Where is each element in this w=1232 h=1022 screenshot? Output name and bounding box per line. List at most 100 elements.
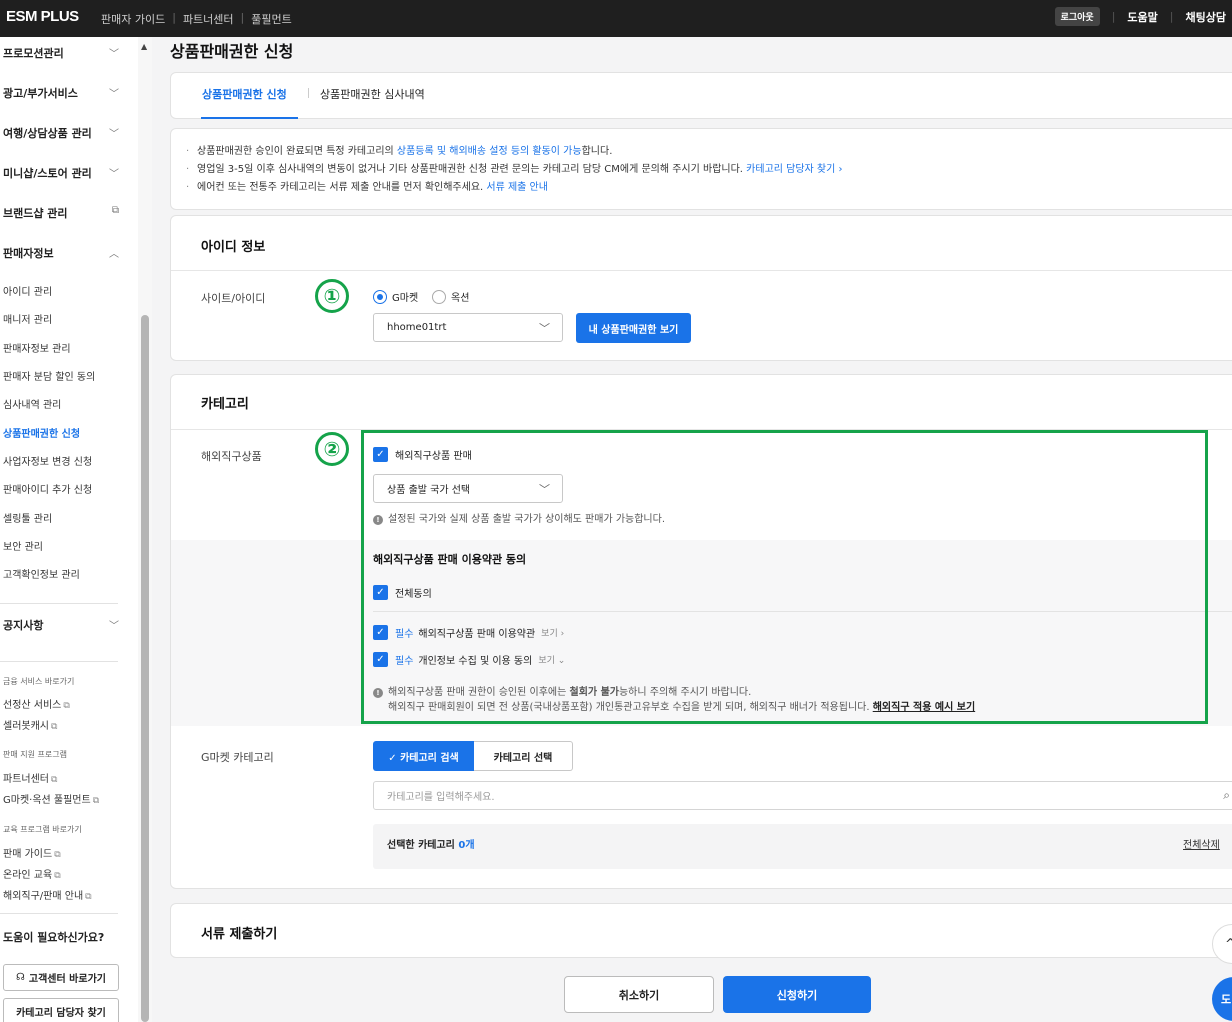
arrow-up-icon: ^ (1225, 936, 1232, 952)
sidebar-sub-seller-info[interactable]: 판매자정보 관리 (3, 340, 71, 355)
sidebar-sub-security[interactable]: 보안 관리 (3, 538, 43, 553)
gmarket-category-label: G마켓 카테고리 (201, 751, 274, 764)
document-guide-link[interactable]: 서류 제출 안내 (486, 182, 548, 193)
chevron-down-icon: ﹀ (109, 621, 119, 632)
notice-line-3: 에어컨 또는 전통주 카테고리는 서류 제출 안내를 먼저 확인해주세요. 서류… (186, 179, 1232, 197)
sidebar-sub-discount-agree[interactable]: 판매자 분담 할인 동의 (3, 368, 95, 383)
chevron-up-icon: ︿ (109, 249, 119, 260)
top-bar: ESM PLUS 판매자 가이드 | 파트너센터 | 풀필먼트 로그아웃 | 도… (0, 0, 1232, 37)
sidebar-sub-add-id[interactable]: 판매아이디 추가 신청 (3, 481, 92, 496)
sidebar-item-notice[interactable]: 공지사항 ﹀ (3, 617, 119, 633)
sidebar-sub-sales-permission[interactable]: 상품판매권한 신청 (3, 425, 80, 440)
scroll-up-arrow-icon[interactable]: ▲ (141, 42, 147, 51)
link-overseas-guide[interactable]: 해외직구/판매 안내 ⧉ (3, 887, 92, 902)
sidebar-sub-business-change[interactable]: 사업자정보 변경 신청 (3, 453, 92, 468)
link-fulfillment[interactable]: G마켓·옥션 풀필먼트 ⧉ (3, 791, 99, 806)
top-nav: 판매자 가이드 | 파트너센터 | 풀필먼트 (101, 11, 292, 27)
tab-sales-permission-apply[interactable]: 상품판매권한 신청 (202, 86, 287, 102)
customer-center-button[interactable]: ☊ 고객센터 바로가기 (3, 964, 119, 991)
chevron-down-icon: ﹀ (109, 129, 119, 140)
top-nav-seller-guide[interactable]: 판매자 가이드 (101, 11, 165, 27)
external-link-icon: ⧉ (51, 775, 58, 785)
sidebar-sub-customer-verify[interactable]: 고객확인정보 관리 (3, 566, 80, 581)
category-title: 카테고리 (201, 397, 249, 412)
notice-box: 상품판매권한 승인이 완료되면 특정 카테고리의 상품등록 및 해외배송 설정 … (170, 128, 1232, 210)
headset-icon: ☊ (16, 972, 25, 983)
page-title: 상품판매권한 신청 (170, 42, 294, 61)
top-right-links: 로그아웃 | 도움말 | 채팅상담 (1054, 7, 1226, 26)
tab-bar: 상품판매권한 신청 상품판매권한 심사내역 (170, 72, 1232, 119)
site-id-label: 사이트/아이디 (201, 292, 266, 305)
chevron-down-icon: ﹀ (539, 322, 550, 335)
sidebar-divider (0, 661, 118, 662)
link-online-edu[interactable]: 온라인 교육 ⧉ (3, 866, 61, 881)
logout-button[interactable]: 로그아웃 (1054, 7, 1100, 26)
external-link-icon: ⧉ (111, 205, 119, 216)
esm-plus-logo[interactable]: ESM PLUS (6, 8, 79, 25)
help-title: 도움이 필요하신가요? (3, 931, 105, 944)
view-my-permission-button[interactable]: 내 상품판매권한 보기 (576, 313, 691, 343)
sidebar-divider (0, 913, 118, 914)
sidebar: 프로모션관리 ﹀ 광고/부가서비스 ﹀ 여행/상담상품 관리 ﹀ 미니샵/스토어 관리… (0, 37, 152, 1022)
external-link-icon: ⧉ (92, 796, 100, 806)
document-title: 서류 제출하기 (201, 927, 278, 942)
external-link-icon: ⧉ (54, 871, 61, 881)
external-link-icon: ⧉ (54, 850, 61, 860)
sidebar-item-seller-info[interactable]: 판매자정보 ︿ (3, 245, 119, 261)
active-tab-indicator (201, 117, 298, 119)
sidebar-sub-id-manage[interactable]: 아이디 관리 (3, 283, 52, 298)
link-partner-center[interactable]: 파트너센터 ⧉ (3, 770, 57, 785)
find-category-manager-link[interactable]: 카테고리 담당자 찾기 › (746, 164, 842, 175)
sidebar-item-travel[interactable]: 여행/상담상품 관리 ﹀ (3, 125, 119, 141)
category-mode-toggle: ✓ 카테고리 검색 카테고리 선택 (373, 741, 573, 771)
category-select-tab[interactable]: 카테고리 선택 (474, 741, 573, 771)
highlight-frame (361, 430, 1208, 724)
radio-auction[interactable]: 옥션 (432, 289, 469, 304)
chevron-down-icon: ﹀ (109, 89, 119, 100)
top-nav-partner-center[interactable]: 파트너센터 (183, 11, 234, 27)
radio-selected-icon (373, 289, 387, 304)
step-marker-1: ① (315, 279, 349, 313)
scrollbar-thumb[interactable] (141, 315, 149, 1022)
link-pre-settlement[interactable]: 선정산 서비스 ⧉ (3, 696, 70, 711)
category-search-tab[interactable]: ✓ 카테고리 검색 (373, 741, 474, 771)
id-info-title: 아이디 정보 (201, 240, 266, 255)
link-sales-guide[interactable]: 판매 가이드 ⧉ (3, 845, 61, 860)
selected-category-box: 선택한 카테고리 0개 전체삭제 (373, 824, 1232, 869)
sidebar-item-ads[interactable]: 광고/부가서비스 ﹀ (3, 85, 119, 101)
chevron-down-icon: ﹀ (109, 169, 119, 180)
sidebar-sub-review-history[interactable]: 심사내역 관리 (3, 396, 61, 411)
edu-section-title: 교육 프로그램 바로가기 (3, 825, 82, 834)
seller-id-select[interactable]: hhome01trt ﹀ (373, 313, 563, 342)
selected-category-count: 0개 (458, 840, 475, 851)
sidebar-item-promotion[interactable]: 프로모션관리 ﹀ (3, 45, 119, 61)
cancel-button[interactable]: 취소하기 (564, 976, 714, 1013)
chat-link[interactable]: 채팅상담 (1186, 9, 1226, 25)
selected-category-label: 선택한 카테고리 0개 (387, 840, 475, 851)
finance-section-title: 금융 서비스 바로가기 (3, 677, 75, 686)
radio-empty-icon (432, 289, 446, 304)
section-divider (171, 270, 1232, 271)
tab-sales-permission-history[interactable]: 상품판매권한 심사내역 (320, 86, 425, 102)
notice-line-2: 영업일 3-5일 이후 심사내역의 변동이 없거나 기타 상품판매권한 신청 관… (186, 161, 1232, 179)
sidebar-divider (0, 603, 118, 604)
sidebar-item-brandshop[interactable]: 브랜드샵 관리 ⧉ (3, 205, 119, 221)
sidebar-item-minishop[interactable]: 미니샵/스토어 관리 ﹀ (3, 165, 119, 181)
sidebar-sub-manager[interactable]: 매니저 관리 (3, 311, 52, 326)
help-link[interactable]: 도움말 (1127, 9, 1157, 25)
radio-gmarket[interactable]: G마켓 (373, 289, 418, 304)
external-link-icon: ⧉ (85, 892, 92, 902)
sidebar-scrollbar[interactable]: ▲ (138, 37, 152, 1022)
delete-all-link[interactable]: 전체삭제 (1183, 836, 1220, 851)
sidebar-sub-selling-tool[interactable]: 셀링툴 관리 (3, 510, 52, 525)
document-section[interactable]: 서류 제출하기 (170, 903, 1232, 958)
submit-button[interactable]: 신청하기 (723, 976, 871, 1013)
notice-highlight: 상품등록 및 해외배송 설정 등의 활동이 가능 (396, 146, 582, 157)
category-search-input[interactable]: 카테고리를 입력해주세요. ⌕ (373, 781, 1232, 810)
link-sellerbot-cash[interactable]: 셀러봇캐시 ⧉ (3, 717, 57, 732)
top-nav-fulfillment[interactable]: 풀필먼트 (251, 11, 291, 27)
search-icon[interactable]: ⌕ (1223, 788, 1230, 803)
external-link-icon: ⧉ (63, 701, 70, 711)
id-info-section: 아이디 정보 사이트/아이디 ① G마켓 옥션 hhome01trt ﹀ 내 상품… (170, 215, 1232, 361)
category-manager-button[interactable]: 카테고리 담당자 찾기 (3, 998, 119, 1022)
